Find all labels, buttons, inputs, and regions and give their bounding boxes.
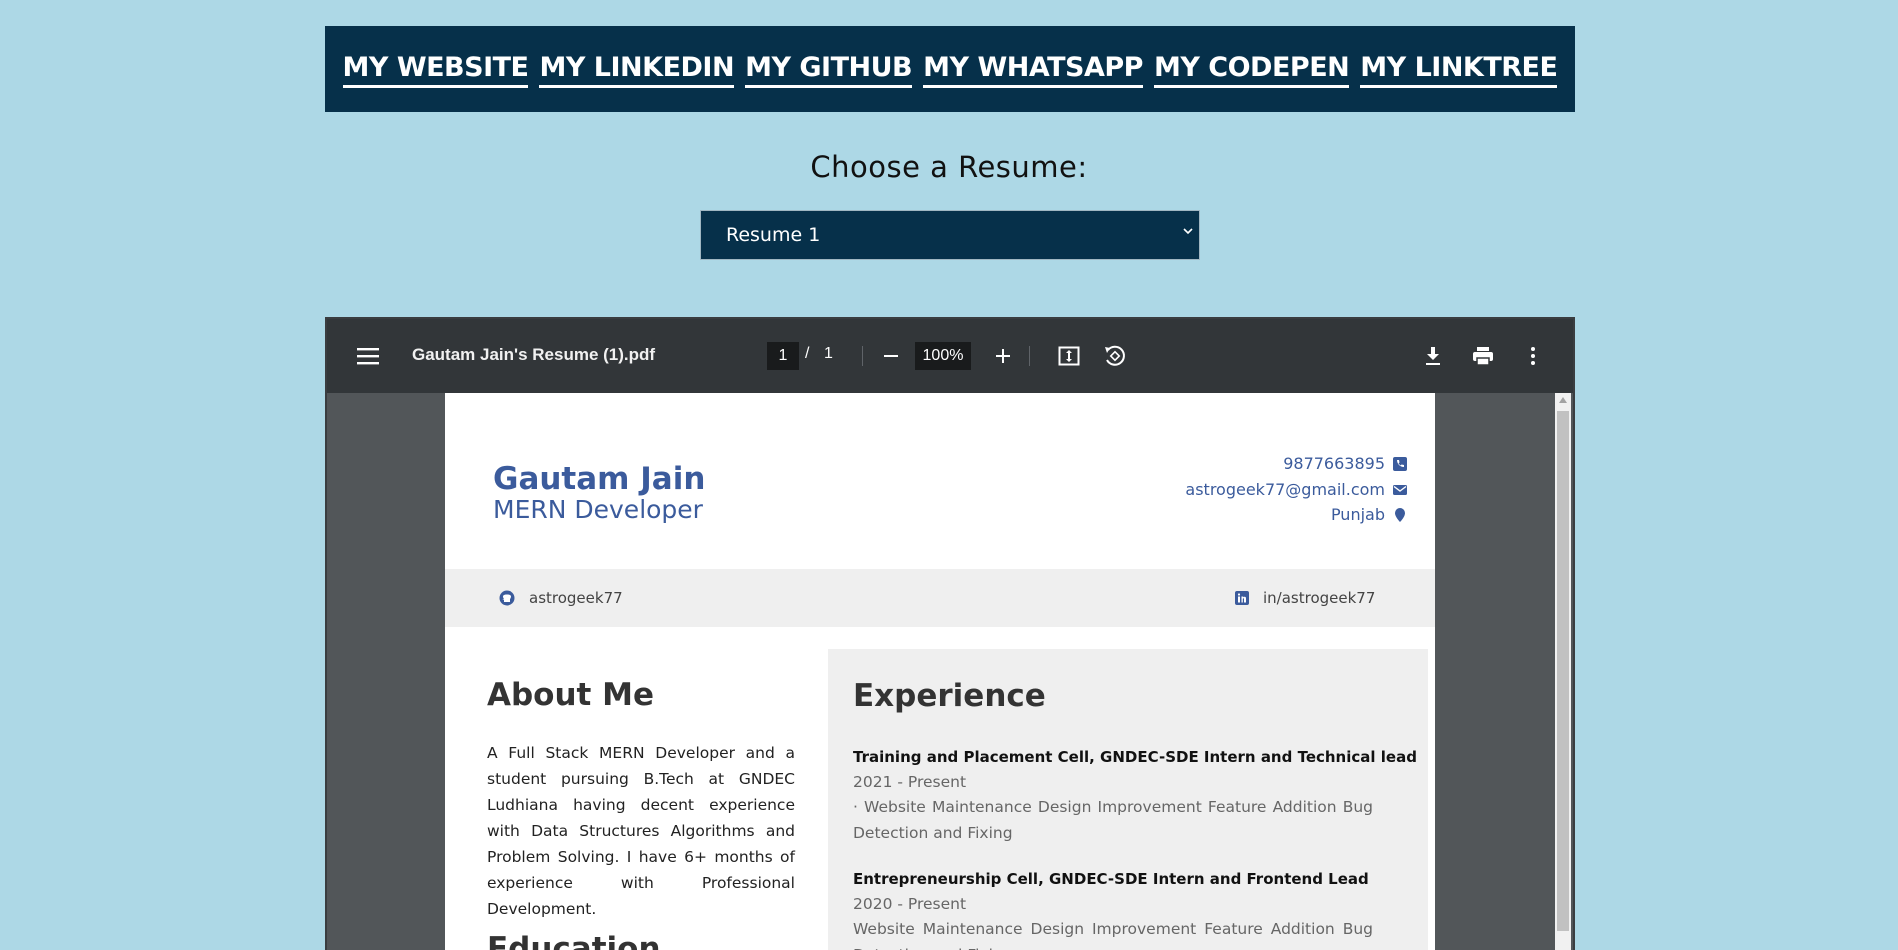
social-bar: astrogeek77 in/astrogeek77 (445, 569, 1435, 627)
github-icon (499, 590, 515, 606)
toolbar-divider (862, 346, 863, 366)
resume-select-value: Resume 1 (726, 224, 821, 246)
email-text: astrogeek77@gmail.com (1185, 480, 1385, 499)
toolbar-divider (1029, 346, 1030, 366)
resume-role: MERN Developer (493, 495, 703, 524)
contact-location: Punjab (1331, 505, 1407, 524)
nav-link-github[interactable]: MY GITHUB (745, 51, 913, 88)
pdf-file-title: Gautam Jain's Resume (1).pdf (412, 345, 656, 364)
about-heading: About Me (487, 677, 655, 713)
about-text: A Full Stack MERN Developer and a studen… (487, 744, 795, 918)
nav-link-whatsapp[interactable]: MY WHATSAPP (923, 51, 1143, 88)
nav-link-linktree[interactable]: MY LINKTREE (1360, 51, 1558, 88)
phone-text: 9877663895 (1283, 454, 1385, 473)
total-pages: 1 (824, 345, 833, 362)
page-number-input[interactable]: 1 (767, 342, 799, 370)
experience-heading: Experience (853, 678, 1046, 714)
experience-title: Entrepreneurship Cell, GNDEC-SDE Intern … (853, 870, 1369, 888)
top-nav: MY WEBSITE MY LINKEDIN MY GITHUB MY WHAT… (325, 26, 1575, 112)
resume-name: Gautam Jain (493, 461, 706, 497)
scroll-up-arrow-icon[interactable] (1559, 397, 1567, 403)
experience-panel: Experience Training and Placement Cell, … (828, 649, 1428, 950)
resume-select[interactable]: Resume 1 (700, 210, 1200, 260)
scrollbar-thumb[interactable] (1557, 411, 1569, 931)
experience-date: 2020 - Present (853, 895, 967, 913)
menu-icon[interactable] (355, 343, 381, 369)
pdf-toolbar: Gautam Jain's Resume (1).pdf 1 / 1 100% (327, 319, 1573, 393)
contact-email: astrogeek77@gmail.com (1185, 480, 1407, 499)
phone-icon (1393, 456, 1407, 471)
fit-page-icon[interactable] (1054, 341, 1084, 371)
envelope-icon (1393, 484, 1407, 495)
contact-phone: 9877663895 (1283, 454, 1407, 473)
print-icon[interactable] (1468, 341, 1498, 371)
experience-description: Website Maintenance Design Improvement F… (853, 920, 1373, 950)
pdf-page: Gautam Jain MERN Developer 9877663895 as… (445, 393, 1435, 950)
linkedin-icon (1235, 591, 1249, 605)
zoom-in-icon[interactable] (988, 341, 1018, 371)
experience-date: 2021 - Present (853, 773, 967, 791)
map-pin-icon (1395, 507, 1405, 522)
nav-link-codepen[interactable]: MY CODEPEN (1153, 51, 1350, 88)
experience-description: · Website Maintenance Design Improvement… (853, 798, 1373, 842)
page-separator: / (805, 345, 810, 362)
rotate-icon[interactable] (1099, 341, 1129, 371)
zoom-level-input[interactable]: 100% (915, 342, 971, 370)
nav-link-linkedin[interactable]: MY LINKEDIN (539, 51, 735, 88)
github-link[interactable]: astrogeek77 (499, 589, 623, 607)
download-icon[interactable] (1418, 341, 1448, 371)
pdf-viewer: Gautam Jain's Resume (1).pdf 1 / 1 100% (325, 317, 1575, 950)
experience-title: Training and Placement Cell, GNDEC-SDE I… (853, 748, 1417, 766)
linkedin-text: in/astrogeek77 (1263, 589, 1376, 607)
nav-link-website[interactable]: MY WEBSITE (342, 51, 529, 88)
choose-resume-label: Choose a Resume: (810, 150, 1088, 184)
linkedin-link[interactable]: in/astrogeek77 (1235, 589, 1375, 607)
zoom-out-icon[interactable] (876, 341, 906, 371)
chevron-down-icon (1183, 228, 1193, 235)
location-text: Punjab (1330, 505, 1385, 524)
more-icon[interactable] (1518, 341, 1548, 371)
pdf-scrollbar[interactable] (1555, 393, 1571, 950)
github-text: astrogeek77 (529, 589, 623, 607)
education-heading: Education (487, 931, 661, 950)
